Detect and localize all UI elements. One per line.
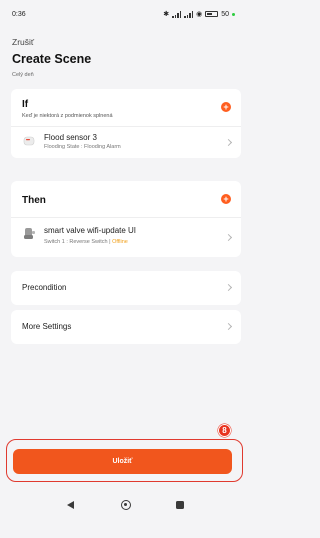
more-settings-label: More Settings [22, 322, 72, 331]
signal-2-icon [184, 10, 194, 18]
add-condition-button[interactable]: + [221, 102, 231, 112]
action-device-name: smart valve wifi-update UI [44, 226, 137, 235]
if-condition-hint[interactable]: Keď je niektorá z podmienok splnená [22, 113, 113, 119]
if-card: If Keď je niektorá z podmienok splnená +… [11, 89, 241, 158]
chevron-right-icon [224, 233, 233, 242]
signal-icon [172, 10, 182, 18]
action-row[interactable]: smart valve wifi-update UI Switch 1 : Re… [11, 218, 241, 257]
back-icon[interactable] [67, 501, 74, 509]
system-nav-bar [0, 495, 243, 517]
status-icons: ✱ ◉ 50 [163, 10, 235, 18]
recent-apps-icon[interactable] [176, 501, 184, 509]
condition-row[interactable]: Flood sensor 3 Flooding State : Flooding… [11, 127, 241, 158]
chevron-right-icon [224, 322, 233, 331]
home-icon[interactable] [121, 500, 131, 510]
battery-icon [205, 11, 219, 17]
page-title: Create Scene [12, 52, 92, 66]
more-settings-row[interactable]: More Settings [11, 310, 241, 344]
step-badge: 8 [218, 424, 231, 437]
condition-device-name: Flood sensor 3 [44, 133, 97, 142]
if-title: If [22, 99, 29, 110]
then-card: Then + smart valve wifi-update UI Switch… [11, 181, 241, 257]
precondition-label: Precondition [22, 283, 67, 292]
chevron-right-icon [224, 138, 233, 147]
offline-status: Offline [112, 239, 128, 245]
precondition-row[interactable]: Precondition [11, 271, 241, 305]
wifi-icon: ◉ [196, 11, 203, 18]
schedule-subtitle[interactable]: Celý deň [12, 72, 34, 78]
status-time: 0:36 [12, 10, 26, 18]
add-action-button[interactable]: + [221, 194, 231, 204]
flood-sensor-icon [23, 136, 35, 146]
cancel-button[interactable]: Zrušiť [12, 37, 34, 47]
save-button[interactable]: Uložiť [13, 449, 232, 474]
action-detail: Switch 1 : Reverse Switch | Offline [44, 239, 128, 245]
battery-level: 50 [221, 10, 229, 18]
charging-dot-icon [232, 12, 235, 16]
then-title: Then [22, 195, 46, 206]
smart-valve-icon [24, 228, 35, 239]
bluetooth-icon: ✱ [163, 11, 170, 18]
status-bar: 0:36 ✱ ◉ 50 [0, 0, 243, 28]
condition-detail: Flooding State : Flooding Alarm [44, 144, 121, 150]
chevron-right-icon [224, 283, 233, 292]
action-detail-text: Switch 1 : Reverse Switch | [44, 239, 113, 245]
